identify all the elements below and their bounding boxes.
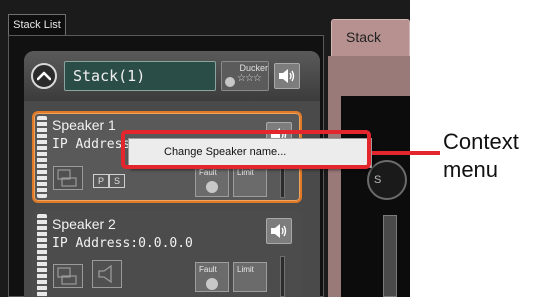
speaker-chain-icon [37,214,47,297]
annotation-label: Context menu [443,128,519,184]
ducker-label: Ducker [239,63,268,73]
fault-led [206,278,218,290]
speaker-2-ip: IP Address:0.0.0.0 [52,236,193,251]
detail-circle-button[interactable]: S [367,160,407,200]
callout-line [372,151,440,155]
speaker-volume-icon [279,69,295,83]
tab-stack-list[interactable]: Stack List [8,14,66,36]
context-menu-highlight [121,130,371,169]
speaker-volume-icon [271,224,287,238]
tab-stack[interactable]: Stack [331,19,410,56]
level-meter [280,256,285,297]
limit-label: Limit [237,265,254,274]
detail-level-bar [383,215,397,297]
monitor-icon [53,166,83,190]
chevron-up-icon [37,71,51,81]
speaker-1-ip: IP Address [52,137,131,152]
speaker-chain-icon [37,116,47,198]
ducker-stars: ☆☆☆ [237,73,262,84]
fault-label: Fault [199,265,217,274]
ducker-indicator [225,77,235,87]
fault-label: Fault [199,168,217,177]
badge-s: S [109,174,125,188]
badge-p: P [93,174,109,188]
annotation-line-1: Context [443,129,519,154]
speaker-1-name: Speaker 1 [52,117,116,133]
collapse-stack-button[interactable] [31,63,57,89]
limit-label: Limit [237,168,254,177]
stack-volume-button[interactable] [274,63,300,89]
annotation-line-2: menu [443,157,499,182]
monitor-icon [53,264,83,288]
speaker-2-volume-button[interactable] [266,218,292,244]
speaker-2-name: Speaker 2 [52,216,116,232]
fault-led [206,181,218,193]
stack-name-field[interactable]: Stack(1) [64,61,216,91]
speaker-thumbnail-icon [92,260,122,288]
